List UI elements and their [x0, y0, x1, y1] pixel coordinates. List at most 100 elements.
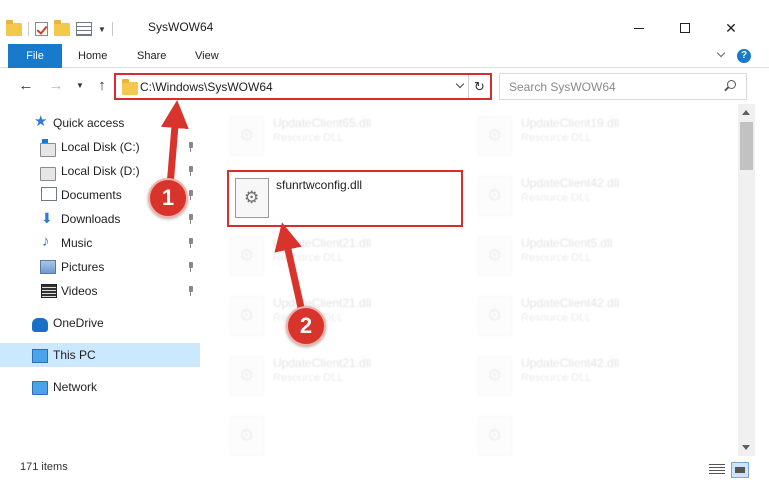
navigation-bar: ← → ▼ ↑ C:\Windows\SysWOW64 ↻ Search Sys… — [0, 68, 769, 104]
file-type: Resource DLL — [521, 252, 592, 264]
pin-icon[interactable] — [186, 142, 196, 152]
network-icon — [32, 381, 48, 395]
highlighted-file-item[interactable]: sfunrtwconfig.dll — [227, 170, 463, 227]
details-view-icon[interactable] — [709, 464, 725, 476]
pin-icon[interactable] — [186, 238, 196, 248]
tab-home[interactable]: Home — [78, 44, 107, 68]
onedrive-icon — [32, 318, 48, 332]
address-bar[interactable]: C:\Windows\SysWOW64 ↻ — [114, 73, 492, 100]
folder-icon[interactable] — [6, 19, 22, 36]
file-type: Resource DLL — [273, 132, 344, 144]
scroll-up-icon[interactable] — [742, 110, 750, 115]
sidebar-item-videos[interactable]: Videos — [0, 279, 200, 303]
list-item[interactable] — [468, 410, 708, 456]
search-input[interactable]: Search SysWOW64 — [499, 73, 747, 100]
item-count: 171 items — [20, 461, 68, 473]
sidebar-item-label: Videos — [61, 284, 98, 298]
disk-icon — [40, 139, 56, 157]
videos-icon — [41, 284, 57, 298]
list-item[interactable] — [220, 410, 460, 456]
file-type: Resource DLL — [273, 372, 344, 384]
tab-file[interactable]: File — [8, 44, 62, 68]
sidebar-item-label: Downloads — [61, 212, 121, 226]
navigation-pane: ★ Quick access Local Disk (C:) Local Dis… — [0, 104, 210, 456]
pin-icon[interactable] — [186, 166, 196, 176]
maximize-icon — [680, 23, 690, 33]
sidebar-item-this-pc[interactable]: This PC — [0, 343, 200, 367]
dll-file-icon — [478, 176, 512, 216]
address-path[interactable]: C:\Windows\SysWOW64 — [140, 80, 273, 94]
sidebar-item-quick-access[interactable]: ★ Quick access — [0, 111, 200, 135]
refresh-button[interactable]: ↻ — [468, 75, 490, 98]
new-folder-icon[interactable] — [54, 19, 70, 36]
sidebar-item-onedrive[interactable]: OneDrive — [0, 311, 200, 335]
scroll-down-icon[interactable] — [742, 445, 750, 450]
list-item[interactable]: UpdateClient42.dll Resource DLL — [468, 350, 708, 410]
quick-access-toolbar: ▼ — [6, 18, 113, 40]
file-type: Resource DLL — [521, 312, 592, 324]
sidebar-item-label: Pictures — [61, 260, 105, 274]
list-item[interactable]: UpdateClient21.dll Resource DLL — [220, 230, 460, 290]
sidebar-item-network[interactable]: Network — [0, 375, 200, 399]
properties-check-icon[interactable] — [35, 22, 48, 36]
file-name: UpdateClient21.dll — [273, 356, 372, 370]
file-type: Resource DLL — [521, 132, 592, 144]
list-item[interactable]: UpdateClient21.dll Resource DLL — [220, 350, 460, 410]
large-icons-view-icon[interactable] — [731, 462, 749, 478]
sidebar-item-label: Documents — [61, 188, 122, 202]
file-type: Resource DLL — [521, 372, 592, 384]
minimize-button[interactable] — [616, 14, 662, 42]
tab-share[interactable]: Share — [137, 44, 166, 68]
file-name: UpdateClient21.dll — [273, 296, 372, 310]
separator — [111, 22, 113, 36]
sidebar-item-pictures[interactable]: Pictures — [0, 255, 200, 279]
close-icon: ✕ — [725, 19, 737, 36]
list-item[interactable]: UpdateClient21.dll Resource DLL — [220, 290, 460, 350]
sidebar-item-local-disk-c[interactable]: Local Disk (C:) — [0, 135, 200, 159]
star-icon: ★ — [34, 113, 48, 130]
pin-icon[interactable] — [186, 262, 196, 272]
sidebar-item-music[interactable]: ♪ Music — [0, 231, 200, 255]
file-name: UpdateClient42.dll — [521, 176, 620, 190]
up-button[interactable]: ↑ — [92, 76, 112, 96]
address-dropdown-icon[interactable] — [454, 79, 468, 93]
pin-icon[interactable] — [186, 286, 196, 296]
window-title: SysWOW64 — [148, 20, 214, 34]
minimize-icon — [634, 27, 644, 29]
customize-icon[interactable] — [76, 22, 92, 36]
file-name: UpdateClient42.dll — [521, 296, 620, 310]
dll-file-icon — [230, 416, 264, 456]
folder-icon — [122, 79, 138, 95]
pictures-icon — [40, 260, 56, 274]
documents-icon — [41, 187, 57, 201]
list-item[interactable]: UpdateClient65.dll Resource DLL — [220, 110, 460, 170]
dll-file-icon — [478, 236, 512, 276]
dll-file-icon — [235, 178, 269, 218]
dll-file-icon — [230, 116, 264, 156]
list-item[interactable]: UpdateClient5.dll Resource DLL — [468, 230, 708, 290]
expand-ribbon-icon[interactable] — [716, 50, 726, 60]
tab-view[interactable]: View — [195, 44, 219, 68]
chevron-down-icon[interactable]: ▼ — [98, 25, 106, 34]
downloads-icon: ⬇ — [41, 210, 53, 226]
list-item[interactable]: UpdateClient19.dll Resource DLL — [468, 110, 708, 170]
dll-file-icon — [230, 236, 264, 276]
close-button[interactable]: ✕ — [708, 14, 754, 42]
back-button[interactable]: ← — [16, 76, 36, 96]
help-icon[interactable]: ? — [737, 49, 751, 63]
file-list: UpdateClient65.dll Resource DLL UpdateCl… — [210, 104, 738, 456]
step-badge-2: 2 — [286, 306, 326, 346]
list-item[interactable]: UpdateClient42.dll Resource DLL — [468, 290, 708, 350]
sidebar-item-label: Local Disk (C:) — [61, 140, 140, 154]
search-placeholder: Search SysWOW64 — [509, 80, 616, 94]
search-icon[interactable] — [724, 80, 736, 92]
dll-file-icon — [478, 416, 512, 456]
pin-icon[interactable] — [186, 214, 196, 224]
scrollbar-thumb[interactable] — [740, 122, 753, 170]
vertical-scrollbar[interactable] — [738, 104, 755, 456]
maximize-button[interactable] — [662, 14, 708, 42]
list-item[interactable]: UpdateClient42.dll Resource DLL — [468, 170, 708, 230]
forward-button[interactable]: → — [46, 76, 66, 96]
dll-file-icon — [230, 356, 264, 396]
recent-locations-button[interactable]: ▼ — [70, 76, 90, 96]
